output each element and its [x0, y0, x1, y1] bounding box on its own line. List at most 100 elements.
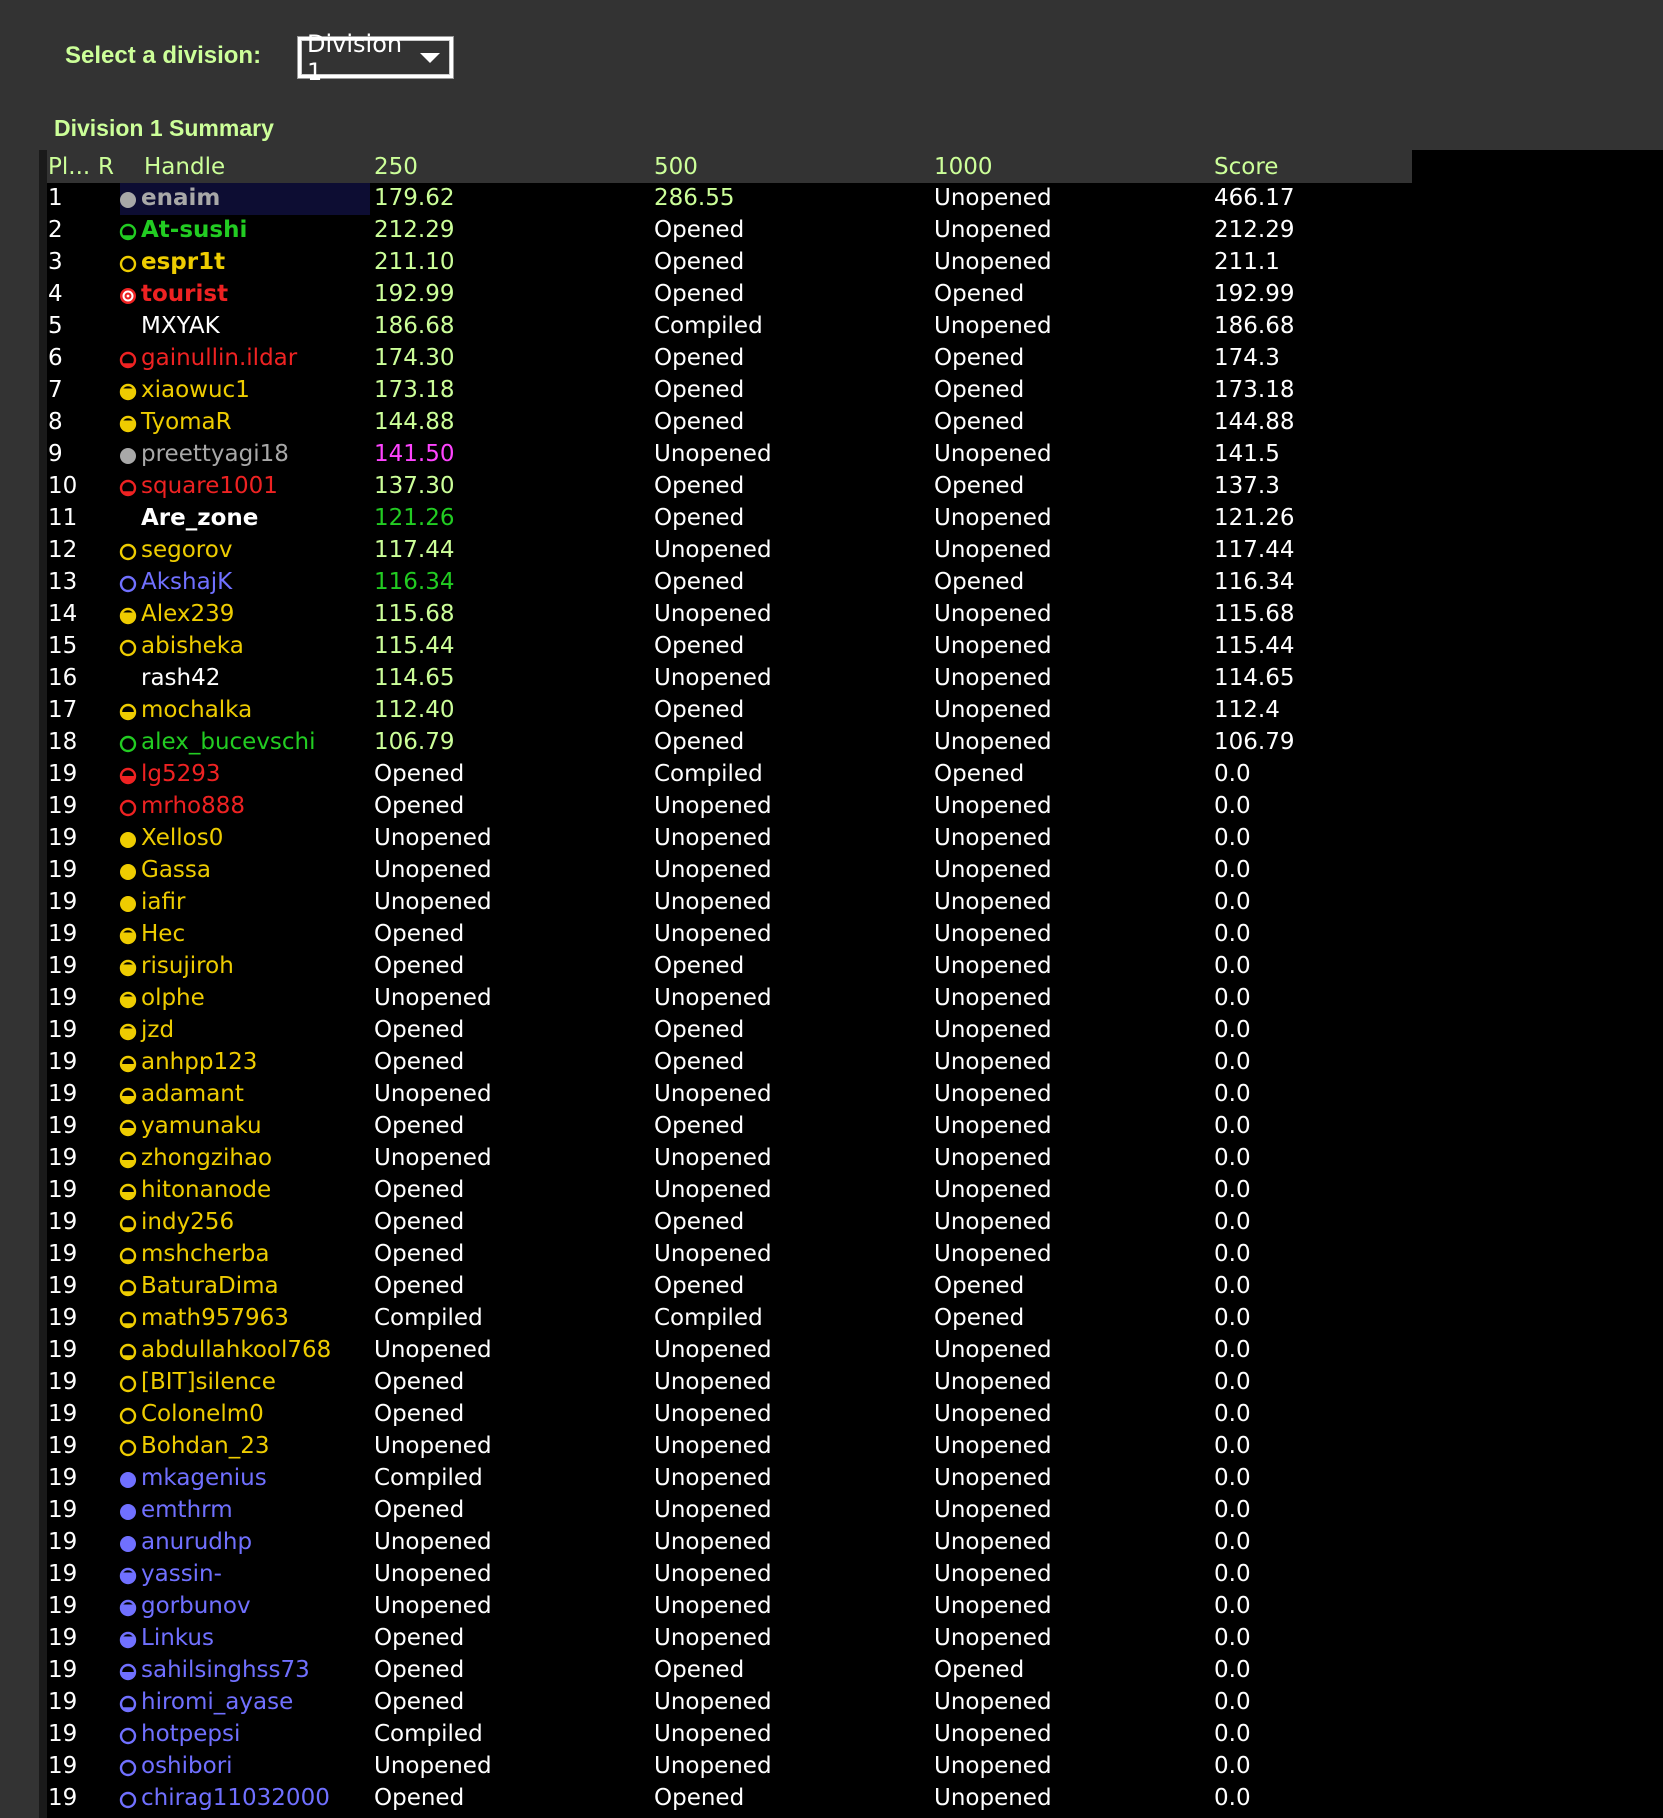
- problem-500-cell: Unopened: [654, 1369, 772, 1395]
- handle-cell: Xellos0: [141, 825, 224, 851]
- table-row[interactable]: 19 yamunaku Opened Opened Unopened 0.0: [47, 1111, 1412, 1143]
- score-cell: 141.5: [1214, 441, 1280, 467]
- table-row[interactable]: 2 At-sushi 212.29 Opened Unopened 212.29: [47, 215, 1412, 247]
- handle-cell: yamunaku: [141, 1113, 262, 1139]
- rating-circle-icon: [118, 1086, 138, 1106]
- handle-cell: mrho888: [141, 793, 246, 819]
- table-row[interactable]: 12 segorov 117.44 Unopened Unopened 117.44: [47, 535, 1412, 567]
- table-row[interactable]: 19 abdullahkool768 Unopened Unopened Unopene…: [47, 1335, 1412, 1367]
- score-cell: 117.44: [1214, 537, 1295, 563]
- problem-500-cell: 286.55: [654, 185, 735, 211]
- problem-1000-cell: Unopened: [934, 1049, 1052, 1075]
- table-row[interactable]: 19 oshibori Unopened Unopened Unopened 0.0: [47, 1751, 1412, 1783]
- division-dropdown-inner[interactable]: Division 1: [301, 30, 450, 86]
- problem-1000-cell: Unopened: [934, 1785, 1052, 1811]
- table-row[interactable]: 19 risujiroh Opened Opened Unopened 0.0: [47, 951, 1412, 983]
- table-row[interactable]: 19 Colonelm0 Opened Unopened Unopened 0.0: [47, 1399, 1412, 1431]
- table-row[interactable]: 19 lg5293 Opened Compiled Opened 0.0: [47, 759, 1412, 791]
- handle-cell: zhongzihao: [141, 1145, 273, 1171]
- table-row[interactable]: 19 hitonanode Opened Unopened Unopened 0.0: [47, 1175, 1412, 1207]
- table-row[interactable]: 19 olphe Unopened Unopened Unopened 0.0: [47, 983, 1412, 1015]
- table-row[interactable]: 13 AkshajK 116.34 Opened Opened 116.34: [47, 567, 1412, 599]
- problem-1000-cell: Unopened: [934, 1337, 1052, 1363]
- table-row[interactable]: 19 Xellos0 Unopened Unopened Unopened 0.0: [47, 823, 1412, 855]
- table-row[interactable]: 19 mkagenius Compiled Unopened Unopened 0.0: [47, 1463, 1412, 1495]
- handle-cell: gorbunov: [141, 1593, 251, 1619]
- chevron-down-icon[interactable]: [420, 52, 440, 63]
- table-row[interactable]: 1 enaim 179.62 286.55 Unopened 466.17: [47, 183, 1412, 215]
- table-row[interactable]: 9 preettyagi18 141.50 Unopened Unopened 141.5: [47, 439, 1412, 471]
- column-header-score[interactable]: Score: [1214, 154, 1278, 180]
- table-row[interactable]: 8 TyomaR 144.88 Opened Opened 144.88: [47, 407, 1412, 439]
- table-row[interactable]: 19 zhongzihao Unopened Unopened Unopened 0.0: [47, 1143, 1412, 1175]
- table-row[interactable]: 19 chirag11032000 Opened Opened Unopened 0.0: [47, 1783, 1412, 1815]
- column-header-rating[interactable]: R: [98, 154, 114, 180]
- handle-cell: Hec: [141, 921, 186, 947]
- table-row[interactable]: 16 rash42 114.65 Unopened Unopened 114.65: [47, 663, 1412, 695]
- table-row[interactable]: 19 anurudhp Unopened Unopened Unopened 0.0: [47, 1527, 1412, 1559]
- table-row[interactable]: 19 anhpp123 Opened Opened Unopened 0.0: [47, 1047, 1412, 1079]
- problem-1000-cell: Unopened: [934, 1465, 1052, 1491]
- score-cell: 0.0: [1214, 1465, 1251, 1491]
- table-row[interactable]: 19 gorbunov Unopened Unopened Unopened 0.0: [47, 1591, 1412, 1623]
- table-row[interactable]: 19 hotpepsi Compiled Unopened Unopened 0.0: [47, 1719, 1412, 1751]
- score-cell: 0.0: [1214, 1113, 1251, 1139]
- column-header-1000[interactable]: 1000: [934, 154, 993, 180]
- table-row[interactable]: 18 alex_bucevschi 106.79 Opened Unopened 106.…: [47, 727, 1412, 759]
- score-cell: 173.18: [1214, 377, 1295, 403]
- table-row[interactable]: 19 hiromi_ayase Opened Unopened Unopened 0.0: [47, 1687, 1412, 1719]
- table-row[interactable]: 19 Linkus Opened Unopened Unopened 0.0: [47, 1623, 1412, 1655]
- score-cell: 144.88: [1214, 409, 1295, 435]
- table-row[interactable]: 6 gainullin.ildar 174.30 Opened Opened 174.3: [47, 343, 1412, 375]
- table-row[interactable]: 10 square1001 137.30 Opened Opened 137.3: [47, 471, 1412, 503]
- table-row[interactable]: 4 tourist 192.99 Opened Opened 192.99: [47, 279, 1412, 311]
- division-dropdown[interactable]: Division 1: [297, 30, 454, 86]
- score-cell: 0.0: [1214, 761, 1251, 787]
- table-row[interactable]: 19 indy256 Opened Opened Unopened 0.0: [47, 1207, 1412, 1239]
- column-header-handle[interactable]: Handle: [144, 154, 225, 180]
- problem-500-cell: Opened: [654, 249, 745, 275]
- rating-circle-icon: [118, 1182, 138, 1202]
- problem-1000-cell: Unopened: [934, 1497, 1052, 1523]
- problem-500-cell: Opened: [654, 1113, 745, 1139]
- table-row[interactable]: 19 sahilsinghss73 Opened Opened Opened 0.0: [47, 1655, 1412, 1687]
- table-row[interactable]: 19 BaturaDima Opened Opened Opened 0.0: [47, 1271, 1412, 1303]
- table-row[interactable]: 17 mochalka 112.40 Opened Unopened 112.4: [47, 695, 1412, 727]
- table-row[interactable]: 5 MXYAK 186.68 Compiled Unopened 186.68: [47, 311, 1412, 343]
- handle-cell: Linkus: [141, 1625, 214, 1651]
- problem-1000-cell: Unopened: [934, 249, 1052, 275]
- table-row[interactable]: 7 xiaowuc1 173.18 Opened Opened 173.18: [47, 375, 1412, 407]
- table-row[interactable]: 19 [BIT]silence Opened Unopened Unopened 0.0: [47, 1367, 1412, 1399]
- table-row[interactable]: 19 Bohdan_23 Unopened Unopened Unopened 0.0: [47, 1431, 1412, 1463]
- problem-250-cell: Opened: [374, 793, 465, 819]
- problem-500-cell: Opened: [654, 729, 745, 755]
- problem-500-cell: Opened: [654, 377, 745, 403]
- column-header-250[interactable]: 250: [374, 154, 418, 180]
- table-row[interactable]: 19 math957963 Compiled Compiled Opened 0.0: [47, 1303, 1412, 1335]
- table-row[interactable]: 19 jzd Opened Opened Unopened 0.0: [47, 1015, 1412, 1047]
- score-cell: 174.3: [1214, 345, 1280, 371]
- column-header-500[interactable]: 500: [654, 154, 698, 180]
- table-row[interactable]: 3 espr1t 211.10 Opened Unopened 211.1: [47, 247, 1412, 279]
- column-header-place[interactable]: Pl...: [48, 154, 90, 180]
- table-row[interactable]: 19 Gassa Unopened Unopened Unopened 0.0: [47, 855, 1412, 887]
- table-row[interactable]: 19 mrho888 Opened Unopened Unopened 0.0: [47, 791, 1412, 823]
- problem-500-cell: Unopened: [654, 889, 772, 915]
- score-cell: 212.29: [1214, 217, 1295, 243]
- problem-1000-cell: Unopened: [934, 633, 1052, 659]
- table-row[interactable]: 19 iafir Unopened Unopened Unopened 0.0: [47, 887, 1412, 919]
- table-row[interactable]: 19 mshcherba Opened Unopened Unopened 0.0: [47, 1239, 1412, 1271]
- table-row[interactable]: 19 emthrm Opened Unopened Unopened 0.0: [47, 1495, 1412, 1527]
- place-cell: 19: [48, 1785, 78, 1811]
- table-row[interactable]: 14 Alex239 115.68 Unopened Unopened 115.68: [47, 599, 1412, 631]
- problem-250-cell: Opened: [374, 1689, 465, 1715]
- score-cell: 0.0: [1214, 1625, 1251, 1651]
- problem-250-cell: Unopened: [374, 1529, 492, 1555]
- table-row[interactable]: 19 Hec Opened Unopened Unopened 0.0: [47, 919, 1412, 951]
- table-row[interactable]: 15 abisheka 115.44 Opened Unopened 115.44: [47, 631, 1412, 663]
- problem-1000-cell: Opened: [934, 473, 1025, 499]
- problem-500-cell: Unopened: [654, 1177, 772, 1203]
- table-row[interactable]: 19 adamant Unopened Unopened Unopened 0.0: [47, 1079, 1412, 1111]
- table-row[interactable]: 11 Are_zone 121.26 Opened Unopened 121.26: [47, 503, 1412, 535]
- table-row[interactable]: 19 yassin- Unopened Unopened Unopened 0.0: [47, 1559, 1412, 1591]
